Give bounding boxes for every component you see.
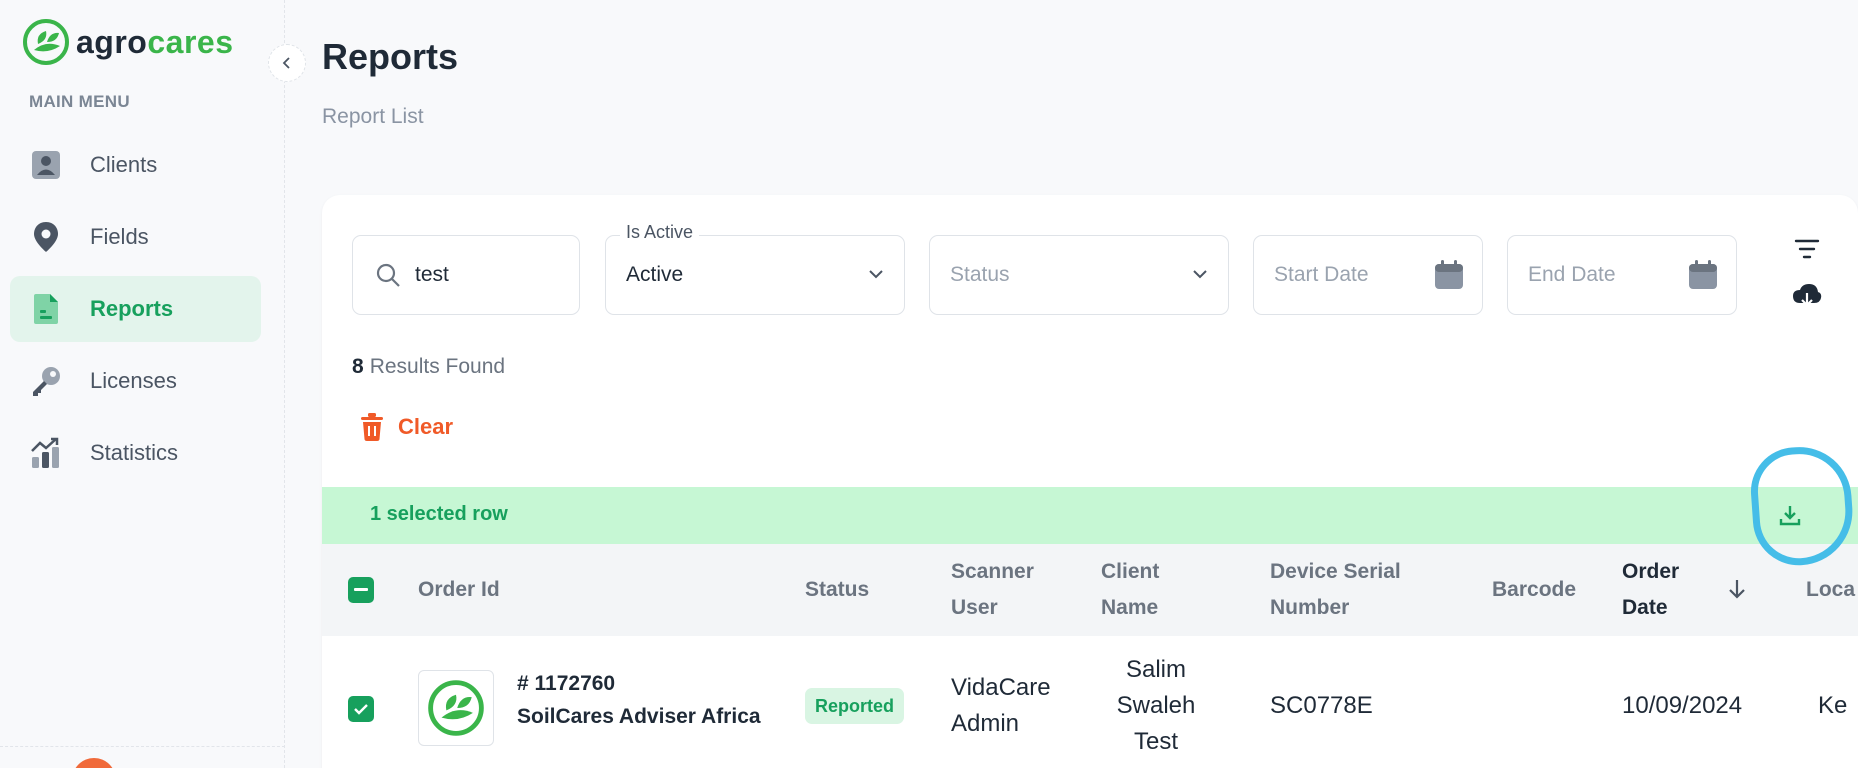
client-name-line1: Salim xyxy=(1125,656,1186,683)
search-icon xyxy=(376,263,400,287)
reports-card: test Is Active Active Status Start Date … xyxy=(322,195,1858,768)
column-scanner-user[interactable]: Scanner User xyxy=(951,554,1034,626)
sidebar-nav: Clients Fields Reports Licenses Statisti… xyxy=(10,132,261,492)
logo-text: agrocares xyxy=(76,23,234,60)
calendar-icon[interactable] xyxy=(1686,258,1720,292)
column-scanner-user-line2: User xyxy=(951,596,998,619)
client-name-line3: Test xyxy=(1133,728,1178,755)
logo[interactable]: agrocares xyxy=(22,18,233,66)
logo-icon xyxy=(428,680,484,736)
download-icon xyxy=(1779,506,1801,526)
sidebar-item-clients[interactable]: Clients xyxy=(10,132,261,198)
column-device-serial-line2: Number xyxy=(1270,596,1350,619)
calendar-icon[interactable] xyxy=(1432,258,1466,292)
column-order-date-line1: Order xyxy=(1622,560,1680,583)
key-icon xyxy=(28,363,64,399)
filter-icon[interactable] xyxy=(1790,232,1824,266)
column-location[interactable]: Loca xyxy=(1806,572,1855,608)
order-id[interactable]: # 1172760 xyxy=(517,666,615,702)
report-thumbnail xyxy=(418,670,494,746)
column-barcode[interactable]: Barcode xyxy=(1492,572,1576,608)
check-icon xyxy=(354,704,368,715)
end-date-placeholder: End Date xyxy=(1528,263,1616,286)
download-selected-button[interactable] xyxy=(1770,495,1810,535)
start-date-input[interactable]: Start Date xyxy=(1253,235,1483,315)
scanner-user: VidaCare Admin xyxy=(951,670,1051,742)
results-label: Results Found xyxy=(369,355,506,378)
chevron-left-icon xyxy=(282,57,290,69)
cloud-download-icon[interactable] xyxy=(1790,279,1824,313)
menu-title: MAIN MENU xyxy=(29,92,130,111)
page-title: Reports xyxy=(322,36,459,77)
client-name: Salim Swaleh Test xyxy=(1101,652,1211,760)
sidebar: agrocares MAIN MENU Clients Fields Repor… xyxy=(0,0,285,768)
column-scanner-user-line1: Scanner xyxy=(951,560,1034,583)
table-row[interactable]: # 1172760 SoilCares Adviser Africa Repor… xyxy=(322,636,1858,768)
map-pin-icon xyxy=(28,219,64,255)
sidebar-item-label: Fields xyxy=(90,224,149,249)
sidebar-item-label: Clients xyxy=(90,152,158,177)
column-device-serial[interactable]: Device Serial Number xyxy=(1270,554,1401,626)
sidebar-item-fields[interactable]: Fields xyxy=(10,204,261,270)
results-count: 8 Results Found xyxy=(352,355,505,379)
clear-label: Clear xyxy=(398,414,454,439)
logo-icon xyxy=(23,19,69,65)
clear-button[interactable]: Clear xyxy=(360,413,453,441)
avatar[interactable] xyxy=(72,758,116,768)
column-device-serial-line1: Device Serial xyxy=(1270,560,1401,583)
table-header: Order Id Status Scanner User Client Name… xyxy=(322,544,1858,636)
column-client-name[interactable]: Client Name xyxy=(1101,554,1159,626)
search-input[interactable]: test xyxy=(352,235,580,315)
sidebar-item-label: Licenses xyxy=(90,368,177,393)
order-date: 10/09/2024 xyxy=(1622,692,1743,719)
minus-icon xyxy=(354,588,368,591)
scanner-user-line1: VidaCare xyxy=(951,674,1051,701)
selection-bar: 1 selected row xyxy=(322,487,1858,544)
user-icon xyxy=(28,147,64,183)
chart-icon xyxy=(28,435,64,471)
is-active-value: Active xyxy=(626,263,684,286)
trash-icon xyxy=(361,413,383,441)
column-order-id[interactable]: Order Id xyxy=(418,572,500,608)
results-number: 8 xyxy=(352,355,364,378)
document-icon xyxy=(28,291,64,327)
column-status[interactable]: Status xyxy=(805,572,869,608)
sort-descending-icon[interactable] xyxy=(1727,578,1747,600)
sidebar-item-label: Statistics xyxy=(90,440,179,465)
search-value: test xyxy=(415,263,449,286)
organization-name: SoilCares Adviser Africa xyxy=(517,705,761,728)
status-badge: Reported xyxy=(805,688,905,724)
column-order-date-line2: Date xyxy=(1622,596,1668,619)
is-active-select[interactable]: Is Active Active xyxy=(605,222,905,315)
selection-text: 1 selected row xyxy=(370,503,508,525)
scanner-user-line2: Admin xyxy=(951,710,1020,737)
status-placeholder: Status xyxy=(950,263,1010,286)
sidebar-divider xyxy=(0,746,285,747)
sidebar-item-licenses[interactable]: Licenses xyxy=(10,348,261,414)
chevron-down-icon xyxy=(1193,270,1207,279)
device-serial: SC0778E xyxy=(1270,692,1373,719)
sidebar-item-statistics[interactable]: Statistics xyxy=(10,420,261,486)
row-checkbox[interactable] xyxy=(348,696,374,722)
chevron-down-icon xyxy=(869,270,883,279)
column-client-name-line2: Name xyxy=(1101,596,1159,619)
status-select[interactable]: Status xyxy=(929,235,1229,315)
sidebar-item-reports[interactable]: Reports xyxy=(10,276,261,342)
is-active-label: Is Active xyxy=(620,222,700,243)
select-all-checkbox[interactable] xyxy=(348,577,374,603)
client-name-line2: Swaleh xyxy=(1116,692,1196,719)
sidebar-item-label: Reports xyxy=(90,296,174,321)
location: Ke xyxy=(1818,692,1848,719)
start-date-placeholder: Start Date xyxy=(1274,263,1369,286)
column-order-date[interactable]: Order Date xyxy=(1622,554,1679,626)
breadcrumb[interactable]: Report List xyxy=(322,105,424,129)
end-date-input[interactable]: End Date xyxy=(1507,235,1737,315)
column-client-name-line1: Client xyxy=(1101,560,1160,583)
collapse-sidebar-button[interactable] xyxy=(268,44,306,82)
